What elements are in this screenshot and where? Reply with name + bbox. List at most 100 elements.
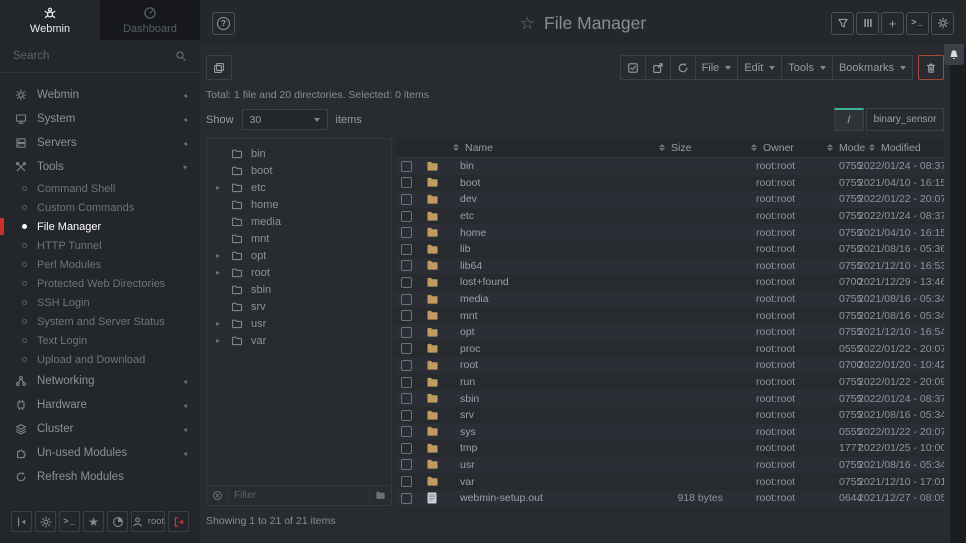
column-header-size[interactable]: Size xyxy=(621,142,731,154)
table-row-dev[interactable]: devroot:root07552022/01/22 - 20:07:49 xyxy=(395,191,944,208)
tree-item-bin[interactable]: bin xyxy=(207,145,391,162)
column-header-modified[interactable]: Modified xyxy=(855,142,944,154)
sidebar-item-networking[interactable]: Networking xyxy=(0,369,200,393)
new-tab-button[interactable]: + xyxy=(881,12,904,35)
row-checkbox[interactable] xyxy=(401,244,412,255)
tree-filter-input[interactable] xyxy=(234,490,364,501)
file-name[interactable]: mnt xyxy=(447,310,621,322)
logout-button[interactable] xyxy=(168,511,189,532)
file-name[interactable]: tmp xyxy=(447,442,621,454)
file-name[interactable]: run xyxy=(447,376,621,388)
file-name[interactable]: sbin xyxy=(447,393,621,405)
terminal-button[interactable]: >_ xyxy=(906,12,929,35)
tree-item-usr[interactable]: ▸usr xyxy=(207,315,391,332)
row-checkbox[interactable] xyxy=(401,476,412,487)
tree-item-srv[interactable]: srv xyxy=(207,298,391,315)
column-header-mode[interactable]: Mode xyxy=(827,142,855,154)
file-name[interactable]: usr xyxy=(447,459,621,471)
table-row-opt[interactable]: optroot:root07552021/12/10 - 16:54:57 xyxy=(395,324,944,341)
table-row-bin[interactable]: binroot:root07552022/01/24 - 08:37:31 xyxy=(395,158,944,175)
file-name[interactable]: lost+found xyxy=(447,276,621,288)
folder-icon[interactable] xyxy=(375,491,386,500)
table-row-boot[interactable]: bootroot:root07552021/04/10 - 16:15:00 xyxy=(395,175,944,192)
row-checkbox[interactable] xyxy=(401,393,412,404)
sidebar-item-system[interactable]: System xyxy=(0,107,200,131)
table-row-lib[interactable]: libroot:root07552021/08/16 - 05:36:30 xyxy=(395,241,944,258)
table-row-sys[interactable]: sysroot:root05552022/01/22 - 20:07:40 xyxy=(395,424,944,441)
table-row-mnt[interactable]: mntroot:root07552021/08/16 - 05:34:12 xyxy=(395,307,944,324)
collapse-sidebar-button[interactable] xyxy=(11,511,32,532)
menu-edit[interactable]: Edit xyxy=(737,55,782,80)
notifications-toggle[interactable] xyxy=(944,44,964,65)
row-checkbox[interactable] xyxy=(401,410,412,421)
tab-dashboard[interactable]: Dashboard xyxy=(100,0,200,40)
tree-item-boot[interactable]: boot xyxy=(207,162,391,179)
stats-button[interactable] xyxy=(107,511,128,532)
row-checkbox[interactable] xyxy=(401,443,412,454)
file-name[interactable]: home xyxy=(447,227,621,239)
file-name[interactable]: sys xyxy=(447,426,621,438)
show-count-select[interactable]: 30 xyxy=(242,109,328,130)
row-checkbox[interactable] xyxy=(401,360,412,371)
row-checkbox[interactable] xyxy=(401,426,412,437)
tree-item-sbin[interactable]: sbin xyxy=(207,281,391,298)
sidebar-item-servers[interactable]: Servers xyxy=(0,131,200,155)
table-row-usr[interactable]: usrroot:root07552021/08/16 - 05:34:12 xyxy=(395,457,944,474)
menu-bookmarks[interactable]: Bookmarks xyxy=(832,55,913,80)
settings-button[interactable] xyxy=(931,12,954,35)
clear-filter-icon[interactable] xyxy=(212,490,223,501)
file-name[interactable]: etc xyxy=(447,210,621,222)
sidebar-item-refresh-modules[interactable]: Refresh Modules xyxy=(0,465,200,489)
favorite-star-icon[interactable]: ☆ xyxy=(520,15,535,32)
table-row-sbin[interactable]: sbinroot:root07552022/01/24 - 08:37:31 xyxy=(395,390,944,407)
root-path-button[interactable]: / xyxy=(834,108,864,131)
row-checkbox[interactable] xyxy=(401,493,412,504)
row-checkbox[interactable] xyxy=(401,260,412,271)
sidebar-item-file-manager[interactable]: File Manager xyxy=(0,217,200,236)
row-checkbox[interactable] xyxy=(401,294,412,305)
table-row-tmp[interactable]: tmproot:root17772022/01/25 - 10:00:03 xyxy=(395,440,944,457)
file-name[interactable]: boot xyxy=(447,177,621,189)
tree-item-home[interactable]: home xyxy=(207,196,391,213)
row-checkbox[interactable] xyxy=(401,310,412,321)
sidebar-item-un-used-modules[interactable]: Un-used Modules xyxy=(0,441,200,465)
file-name[interactable]: dev xyxy=(447,193,621,205)
tree-item-root[interactable]: ▸root xyxy=(207,264,391,281)
sidebar-item-perl-modules[interactable]: Perl Modules xyxy=(0,255,200,274)
table-row-lib64[interactable]: lib64root:root07552021/12/10 - 16:53:07 xyxy=(395,258,944,275)
sidebar-item-text-login[interactable]: Text Login xyxy=(0,331,200,350)
file-name[interactable]: proc xyxy=(447,343,621,355)
table-row-root[interactable]: rootroot:root07002022/01/20 - 10:42:13 xyxy=(395,357,944,374)
file-name[interactable]: srv xyxy=(447,409,621,421)
column-header-name[interactable]: Name xyxy=(447,142,621,154)
trash-button[interactable] xyxy=(918,55,944,80)
table-row-media[interactable]: mediaroot:root07552021/08/16 - 05:34:12 xyxy=(395,291,944,308)
table-row-srv[interactable]: srvroot:root07552021/08/16 - 05:34:12 xyxy=(395,407,944,424)
table-row-proc[interactable]: procroot:root05552022/01/22 - 20:07:40 xyxy=(395,341,944,358)
tree-item-etc[interactable]: ▸etc xyxy=(207,179,391,196)
menu-tools[interactable]: Tools xyxy=(781,55,833,80)
file-name[interactable]: opt xyxy=(447,326,621,338)
tree-item-media[interactable]: media xyxy=(207,213,391,230)
sidebar-item-http-tunnel[interactable]: HTTP Tunnel xyxy=(0,236,200,255)
row-checkbox[interactable] xyxy=(401,177,412,188)
copy-path-button[interactable] xyxy=(206,55,232,80)
tree-item-mnt[interactable]: mnt xyxy=(207,230,391,247)
row-checkbox[interactable] xyxy=(401,377,412,388)
tab-webmin[interactable]: Webmin xyxy=(0,0,100,40)
shell-button[interactable]: >_ xyxy=(59,511,80,532)
row-checkbox[interactable] xyxy=(401,161,412,172)
table-row-var[interactable]: varroot:root07552021/12/10 - 17:01:55 xyxy=(395,473,944,490)
file-name[interactable]: bin xyxy=(447,160,621,172)
row-checkbox[interactable] xyxy=(401,327,412,338)
file-name[interactable]: media xyxy=(447,293,621,305)
sidebar-item-tools[interactable]: Tools xyxy=(0,155,200,179)
theme-button[interactable] xyxy=(35,511,56,532)
row-checkbox[interactable] xyxy=(401,343,412,354)
sidebar-item-custom-commands[interactable]: Custom Commands xyxy=(0,198,200,217)
table-row-webmin-setup-out[interactable]: webmin-setup.out918 bytesroot:root064420… xyxy=(395,490,944,506)
user-button[interactable]: root xyxy=(131,511,165,532)
sidebar-item-protected-web-directories[interactable]: Protected Web Directories xyxy=(0,274,200,293)
file-name[interactable]: lib xyxy=(447,243,621,255)
sidebar-item-cluster[interactable]: Cluster xyxy=(0,417,200,441)
